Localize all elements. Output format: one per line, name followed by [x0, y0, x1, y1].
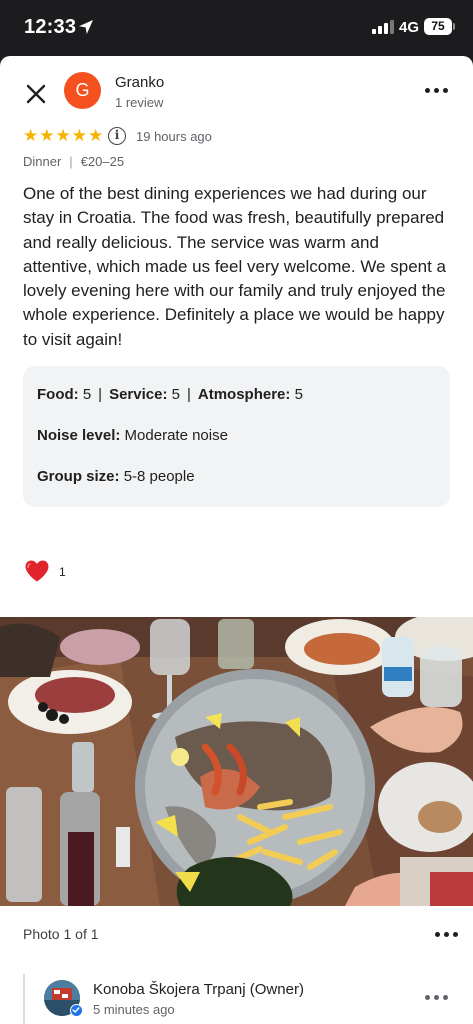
food-value: 5 — [82, 386, 92, 403]
star-icon: ★ — [55, 126, 71, 145]
photo-counter: Photo 1 of 1 — [23, 926, 99, 942]
location-arrow-icon — [79, 20, 93, 34]
group-size: Group size: 5-8 people — [37, 468, 195, 485]
food-platter-image — [0, 617, 473, 906]
reviewer-review-count: 1 review — [115, 95, 164, 110]
battery-icon: 75 — [424, 18, 452, 35]
status-time: 12:33 — [24, 16, 77, 38]
like-count: 1 — [59, 565, 66, 579]
owner-reply-time: 5 minutes ago — [93, 1002, 175, 1017]
battery-cap — [453, 23, 455, 30]
ratings-breakdown: Food: 5 | Service: 5 | Atmosphere: 5 — [37, 386, 303, 403]
meal-type: Dinner — [23, 154, 62, 169]
group-value: 5-8 people — [123, 468, 195, 485]
noise-level: Noise level: Moderate noise — [37, 427, 228, 444]
review-more-options-button[interactable] — [420, 78, 452, 102]
food-label: Food: — [37, 386, 79, 403]
reply-thread-line — [23, 974, 25, 1024]
atmosphere-label: Atmosphere: — [197, 386, 291, 403]
star-icon: ★ — [23, 126, 39, 145]
price-range: €20–25 — [80, 154, 125, 169]
close-button[interactable] — [22, 80, 50, 108]
star-icon: ★ — [71, 126, 87, 145]
info-icon[interactable]: i — [108, 127, 126, 145]
close-icon — [26, 84, 46, 104]
review-details-box: Food: 5 | Service: 5 | Atmosphere: 5 Noise l… — [23, 366, 450, 507]
more-horizontal-icon — [430, 922, 462, 946]
noise-label: Noise level: — [37, 427, 121, 444]
review-text: One of the best dining experiences we ha… — [23, 184, 446, 349]
review-sheet: G Granko 1 review ★ ★ ★ ★ ★ i 19 hours a… — [0, 56, 473, 1024]
service-value: 5 — [171, 386, 180, 403]
reviewer-name[interactable]: Granko — [115, 74, 164, 91]
owner-reply-more-options-button[interactable] — [420, 987, 452, 1007]
group-label: Group size: — [37, 468, 120, 485]
atmosphere-value: 5 — [294, 386, 303, 403]
star-rating: ★ ★ ★ ★ ★ — [23, 127, 103, 145]
reviewer-avatar[interactable]: G — [64, 72, 101, 109]
service-label: Service: — [109, 386, 168, 403]
more-horizontal-icon — [420, 78, 452, 102]
status-bar: 12:33 4G 75 — [0, 0, 473, 56]
heart-icon[interactable] — [24, 559, 50, 583]
photo-more-options-button[interactable] — [430, 922, 462, 946]
owner-name[interactable]: Konoba Škojera Trpanj (Owner) — [93, 981, 304, 998]
review-photo[interactable] — [0, 617, 473, 906]
noise-value: Moderate noise — [124, 427, 228, 444]
star-icon: ★ — [39, 126, 55, 145]
network-type: 4G — [399, 19, 420, 36]
verified-badge-icon — [70, 1004, 83, 1017]
cellular-signal-icon — [372, 20, 394, 34]
meal-info: Dinner | €20–25 — [23, 154, 125, 169]
more-horizontal-icon — [420, 987, 452, 1007]
review-time: 19 hours ago — [136, 129, 212, 144]
star-icon: ★ — [88, 126, 104, 145]
